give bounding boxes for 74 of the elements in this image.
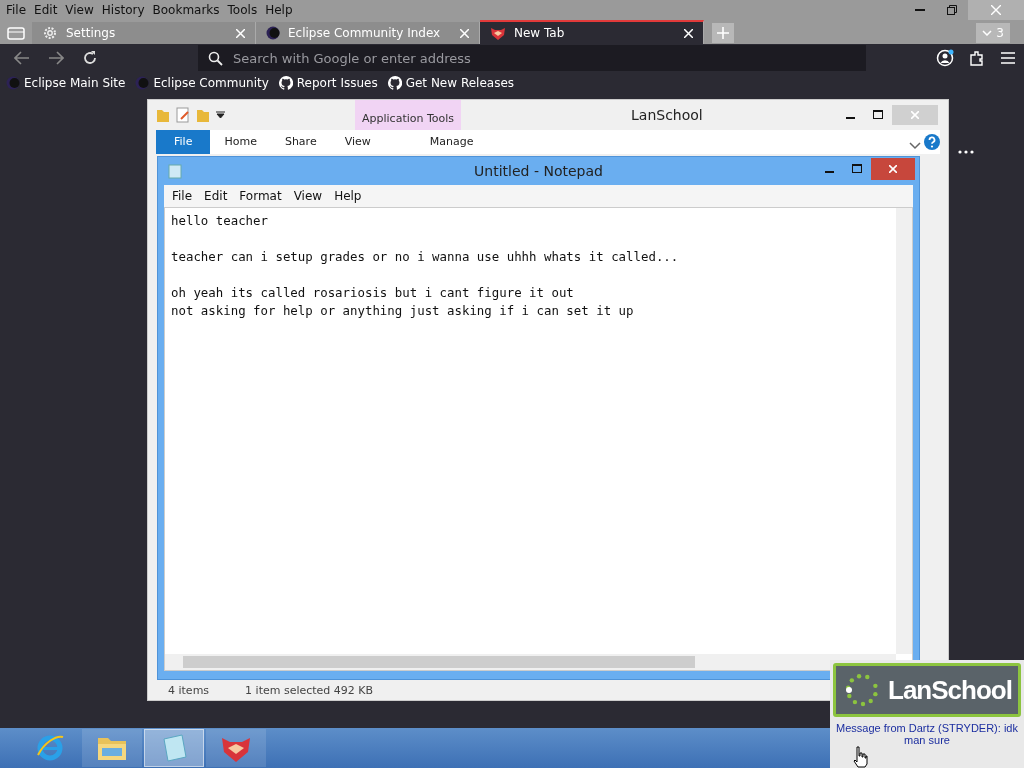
github-logo-icon [387, 76, 402, 90]
menu-item[interactable]: Help [328, 189, 368, 203]
reload-icon[interactable] [82, 50, 98, 66]
menu-item[interactable]: Help [261, 3, 297, 17]
dotted-ring-icon [844, 672, 880, 708]
window-title: Untitled - Notepad [474, 163, 603, 179]
menu-item[interactable]: Bookmarks [148, 3, 224, 17]
bookmark-link[interactable]: Get New Releases [387, 76, 514, 90]
maximize-icon [852, 164, 862, 173]
status-text: 1 item selected 492 KB [245, 684, 374, 697]
hand-cursor-icon [852, 746, 868, 768]
close-icon [911, 111, 919, 119]
account-icon[interactable] [936, 49, 954, 67]
help-icon[interactable] [924, 134, 940, 150]
bookmark-link[interactable]: Report Issues [278, 76, 378, 90]
extensions-icon[interactable] [968, 49, 986, 67]
taskbar-button[interactable] [82, 729, 142, 767]
horizontal-scrollbar[interactable] [165, 654, 896, 670]
chevron-down-icon [982, 30, 993, 36]
notepad-icon [168, 163, 182, 179]
back-arrow-icon[interactable] [14, 51, 30, 65]
text-area[interactable]: hello teacher teacher can i setup grades or no i wanna use uhhh whats it called... oh yeah its called rosariosis but i cant figure it out not asking for help or anything just asking if i can set it up [171, 212, 679, 320]
menu-item[interactable]: Format [233, 189, 288, 203]
menu-item[interactable]: File [2, 3, 31, 17]
internet-explorer-icon [35, 733, 65, 763]
gear-icon [42, 25, 58, 41]
close-icon [991, 5, 1001, 15]
contextual-tab-group-label: Application Tools [355, 100, 462, 130]
menu-item[interactable]: Edit [198, 189, 234, 203]
minimize-icon [915, 9, 925, 11]
forward-arrow-icon[interactable] [48, 51, 64, 65]
notification-popup[interactable]: LanSchool Message from Dartz (STRYDER): idk man sure [830, 660, 1024, 768]
browser-tab[interactable]: New Tab [480, 20, 704, 44]
status-text: 4 items [168, 684, 210, 697]
dropdown-arrow-icon[interactable] [216, 111, 225, 119]
ribbon-tab[interactable]: Share [270, 130, 331, 154]
menu-item[interactable]: Edit [30, 3, 62, 17]
tab-list-icon[interactable] [7, 25, 25, 41]
notification-message: Message from Dartz (STRYDER): idk man sure [835, 721, 1019, 748]
restore-icon [947, 5, 957, 15]
minimize-icon [845, 117, 855, 119]
window-title: LanSchool [631, 107, 703, 123]
bookmark-link[interactable]: Eclipse Main Site [6, 76, 126, 90]
menu-item[interactable]: Tools [223, 3, 262, 17]
menu-item[interactable]: View [61, 3, 98, 17]
ribbon-tab[interactable]: Home [210, 130, 271, 154]
plus-icon [717, 27, 729, 39]
folder-icon [156, 107, 170, 123]
maximize-icon [873, 110, 883, 119]
lanschool-logo: LanSchool [833, 663, 1021, 717]
more-options-icon[interactable] [958, 150, 974, 154]
ribbon-tab[interactable]: View [330, 130, 385, 154]
chevron-down-icon[interactable] [908, 142, 921, 150]
menu-item[interactable]: File [166, 189, 199, 203]
eclipse-logo-icon [6, 76, 20, 90]
address-field[interactable]: Search with Google or enter address [198, 45, 866, 71]
properties-icon[interactable] [176, 107, 190, 123]
menu-item[interactable]: History [97, 3, 149, 17]
fox-logo-icon [490, 25, 506, 41]
eclipse-logo-icon [135, 76, 150, 90]
close-icon[interactable] [684, 28, 693, 38]
minimize-icon [824, 171, 834, 173]
notepad-icon [160, 733, 188, 763]
bookmark-link[interactable]: Eclipse Community [135, 76, 269, 90]
github-logo-icon [278, 76, 293, 90]
menu-icon[interactable] [1000, 52, 1016, 64]
eclipse-logo-icon [266, 26, 280, 40]
search-icon [208, 50, 223, 66]
menu-item[interactable]: View [287, 189, 329, 203]
ribbon-tab[interactable]: Manage [400, 130, 503, 154]
taskbar-button[interactable] [206, 729, 266, 767]
vertical-scrollbar[interactable] [896, 208, 912, 654]
close-icon [889, 165, 897, 173]
ribbon-tab[interactable]: File [156, 130, 211, 154]
